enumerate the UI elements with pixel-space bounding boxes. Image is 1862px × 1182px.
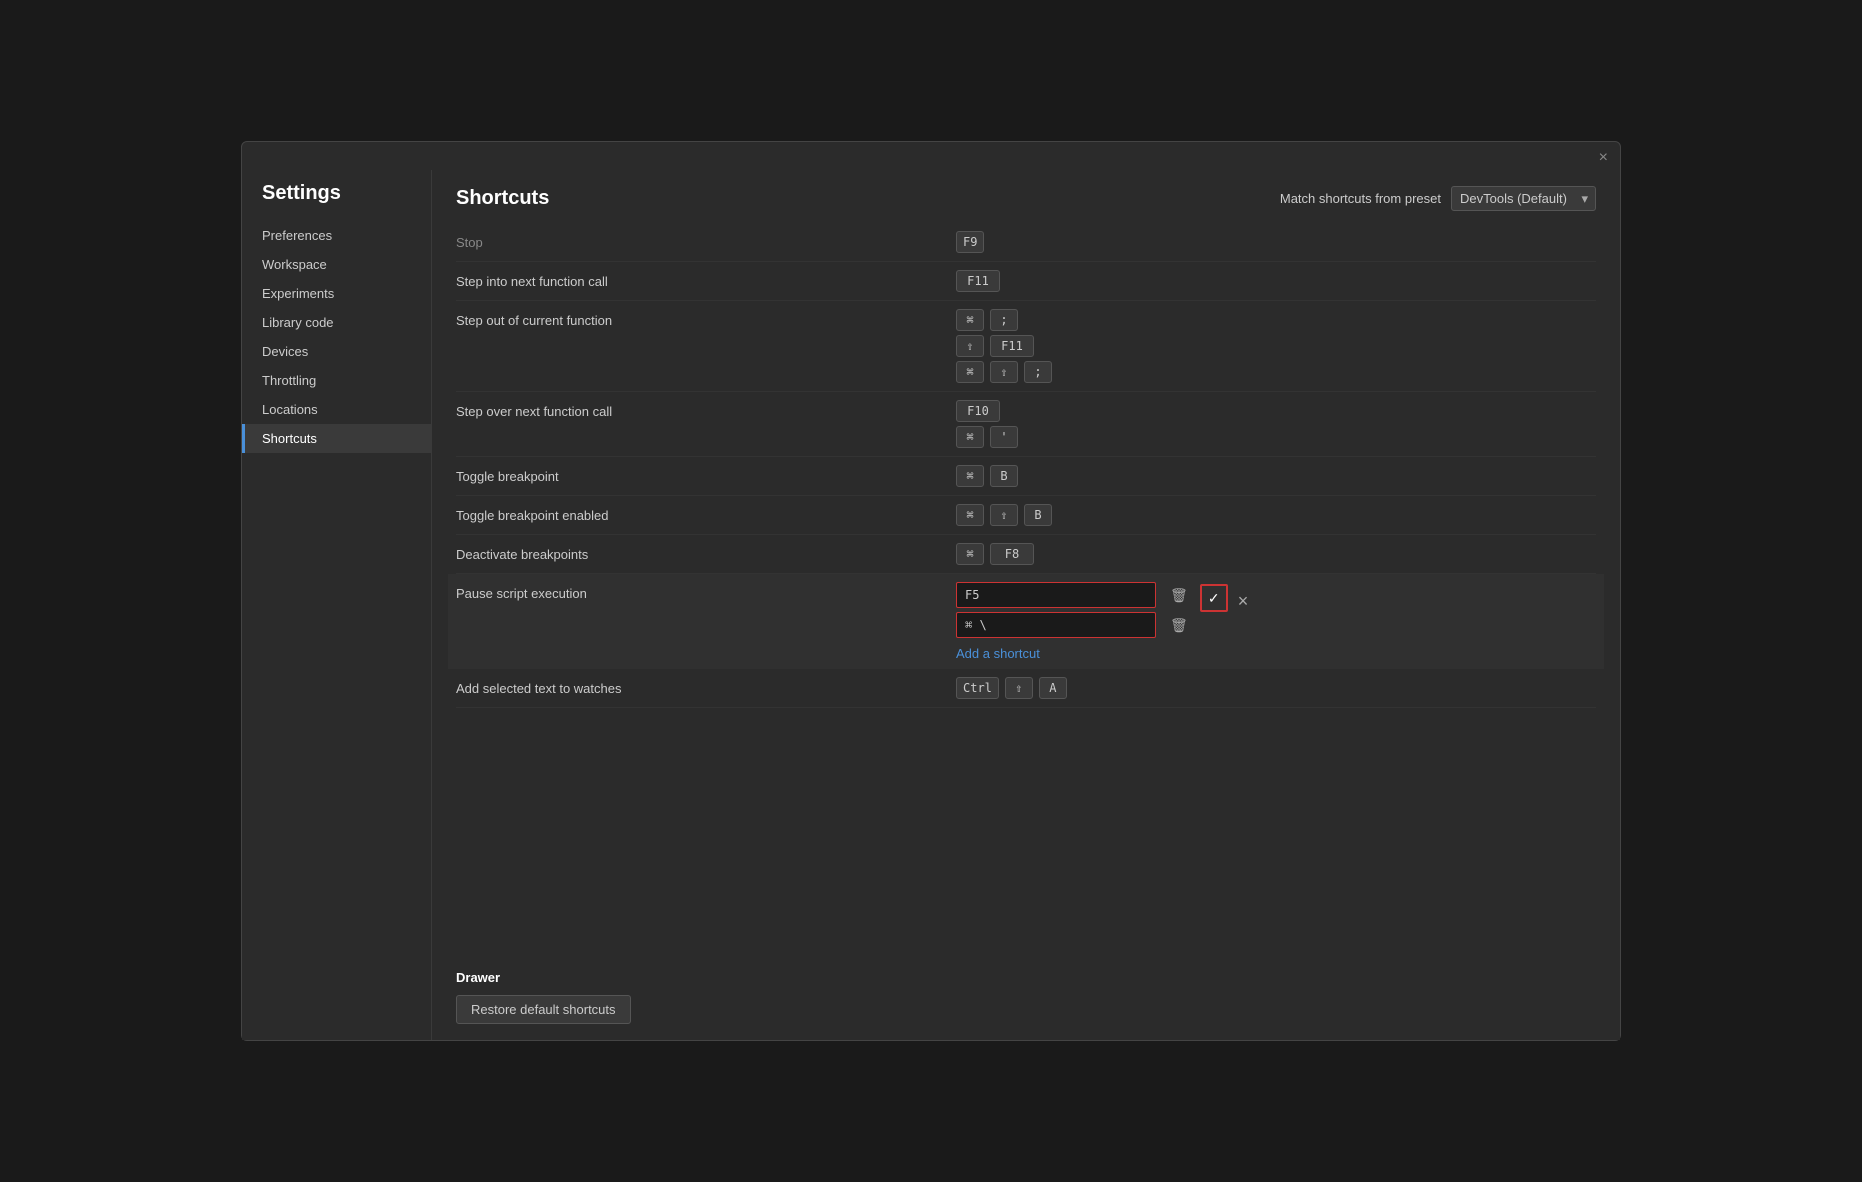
content-area: Settings PreferencesWorkspaceExperiments…: [242, 170, 1620, 1040]
key-badge: ⌘: [956, 361, 984, 383]
add-shortcut-link[interactable]: Add a shortcut: [956, 646, 1040, 661]
sidebar-item-devices[interactable]: Devices: [242, 337, 431, 366]
shortcut-row-active: Pause script execution 🗑 🗑 Add a shortcu…: [448, 574, 1604, 669]
sidebar: Settings PreferencesWorkspaceExperiments…: [242, 170, 432, 1040]
shortcut-row: Step into next function call F11: [456, 262, 1596, 301]
shortcut-input-row-2: 🗑: [956, 612, 1192, 638]
drawer-title: Drawer: [456, 970, 1596, 985]
key-badge: ⌘: [956, 465, 984, 487]
sidebar-item-library-code[interactable]: Library code: [242, 308, 431, 337]
row-actions: ✓ ×: [1200, 582, 1253, 612]
shortcut-input-2[interactable]: [956, 612, 1156, 638]
key-badge: Ctrl: [956, 677, 999, 699]
shortcut-row: Toggle breakpoint ⌘ B: [456, 457, 1596, 496]
shortcut-keys-row: ⌘ ;: [956, 309, 1018, 331]
key-badge: ⌘: [956, 543, 984, 565]
delete-shortcut-1-button[interactable]: 🗑: [1166, 585, 1192, 606]
page-title: Shortcuts: [456, 187, 549, 210]
shortcut-name: Step into next function call: [456, 270, 956, 289]
shortcut-keys-row: F10: [956, 400, 1000, 422]
shortcut-keys-row: Ctrl ⇧ A: [956, 677, 1067, 699]
shortcut-keys: ⌘ F8: [956, 543, 1034, 565]
shortcut-keys-editing: 🗑 🗑 Add a shortcut: [956, 582, 1192, 661]
shortcut-input-row-1: 🗑: [956, 582, 1192, 608]
shortcut-row: Step out of current function ⌘ ; ⇧ F11: [456, 301, 1596, 392]
key-badge: B: [1024, 504, 1052, 526]
shortcut-keys: F11: [956, 270, 1000, 292]
sidebar-item-locations[interactable]: Locations: [242, 395, 431, 424]
confirm-shortcut-button[interactable]: ✓: [1200, 584, 1228, 612]
shortcut-name: Step out of current function: [456, 309, 956, 328]
shortcut-keys-row: F9: [956, 231, 984, 253]
shortcut-keys-row: ⌘ ⇧ ;: [956, 361, 1052, 383]
key-badge: F11: [990, 335, 1034, 357]
shortcut-keys: ⌘ B: [956, 465, 1018, 487]
shortcut-name: Pause script execution: [456, 582, 956, 601]
preset-label: Match shortcuts from preset: [1280, 191, 1441, 206]
key-badge: ⌘: [956, 426, 984, 448]
sidebar-item-workspace[interactable]: Workspace: [242, 250, 431, 279]
key-badge: ⇧: [990, 504, 1018, 526]
shortcut-keys: ⌘ ⇧ B: [956, 504, 1052, 526]
sidebar-item-preferences[interactable]: Preferences: [242, 221, 431, 250]
main-header: Shortcuts Match shortcuts from preset De…: [432, 170, 1620, 223]
key-badge: ⌘: [956, 309, 984, 331]
key-badge: F11: [956, 270, 1000, 292]
preset-row: Match shortcuts from preset DevTools (De…: [1280, 186, 1596, 211]
shortcut-keys: ⌘ ; ⇧ F11 ⌘ ⇧ ;: [956, 309, 1052, 383]
shortcut-keys-row: ⌘ ⇧ B: [956, 504, 1052, 526]
drawer-section: Drawer Restore default shortcuts: [432, 954, 1620, 1040]
shortcut-row: Stop F9: [456, 223, 1596, 262]
shortcut-keys: F9: [956, 231, 984, 253]
cancel-shortcut-button[interactable]: ×: [1234, 591, 1253, 612]
shortcut-name: Stop: [456, 231, 956, 250]
sidebar-item-throttling[interactable]: Throttling: [242, 366, 431, 395]
key-badge: B: [990, 465, 1018, 487]
shortcut-input-1[interactable]: [956, 582, 1156, 608]
sidebar-item-shortcuts[interactable]: Shortcuts: [242, 424, 431, 453]
preset-select[interactable]: DevTools (Default) Visual Studio Code: [1451, 186, 1596, 211]
shortcut-row: Add selected text to watches Ctrl ⇧ A: [456, 669, 1596, 708]
key-badge: ⇧: [1005, 677, 1033, 699]
shortcut-keys-row: ⌘ ': [956, 426, 1018, 448]
shortcut-keys: Ctrl ⇧ A: [956, 677, 1067, 699]
key-badge: F10: [956, 400, 1000, 422]
sidebar-title: Settings: [242, 178, 431, 221]
shortcut-keys-row: ⌘ F8: [956, 543, 1034, 565]
key-badge: ⇧: [990, 361, 1018, 383]
shortcut-keys-row: F11: [956, 270, 1000, 292]
key-badge: ': [990, 426, 1018, 448]
shortcut-row: Deactivate breakpoints ⌘ F8: [456, 535, 1596, 574]
shortcut-name: Deactivate breakpoints: [456, 543, 956, 562]
shortcut-name: Toggle breakpoint enabled: [456, 504, 956, 523]
shortcut-name: Add selected text to watches: [456, 677, 956, 696]
restore-defaults-button[interactable]: Restore default shortcuts: [456, 995, 631, 1024]
sidebar-nav: PreferencesWorkspaceExperimentsLibrary c…: [242, 221, 431, 453]
shortcut-row: Toggle breakpoint enabled ⌘ ⇧ B: [456, 496, 1596, 535]
key-badge: ;: [1024, 361, 1052, 383]
key-badge: A: [1039, 677, 1067, 699]
title-bar: ×: [242, 142, 1620, 170]
shortcut-keys: F10 ⌘ ': [956, 400, 1018, 448]
shortcuts-list: Stop F9 Step into next function call F: [432, 223, 1620, 954]
key-badge: ⌘: [956, 504, 984, 526]
settings-window: × Settings PreferencesWorkspaceExperimen…: [241, 141, 1621, 1041]
shortcut-keys-row: ⌘ B: [956, 465, 1018, 487]
key-badge: ;: [990, 309, 1018, 331]
shortcut-name: Step over next function call: [456, 400, 956, 419]
sidebar-item-experiments[interactable]: Experiments: [242, 279, 431, 308]
preset-select-wrapper: DevTools (Default) Visual Studio Code: [1451, 186, 1596, 211]
close-button[interactable]: ×: [1599, 150, 1608, 166]
key-badge: F9: [956, 231, 984, 253]
main-panel: Shortcuts Match shortcuts from preset De…: [432, 170, 1620, 1040]
key-badge: ⇧: [956, 335, 984, 357]
key-badge: F8: [990, 543, 1034, 565]
shortcut-name: Toggle breakpoint: [456, 465, 956, 484]
delete-shortcut-2-button[interactable]: 🗑: [1166, 615, 1192, 636]
main-scroll-area: Stop F9 Step into next function call F: [432, 223, 1620, 1040]
shortcut-row: Step over next function call F10 ⌘ ': [456, 392, 1596, 457]
shortcut-keys-row: ⇧ F11: [956, 335, 1034, 357]
